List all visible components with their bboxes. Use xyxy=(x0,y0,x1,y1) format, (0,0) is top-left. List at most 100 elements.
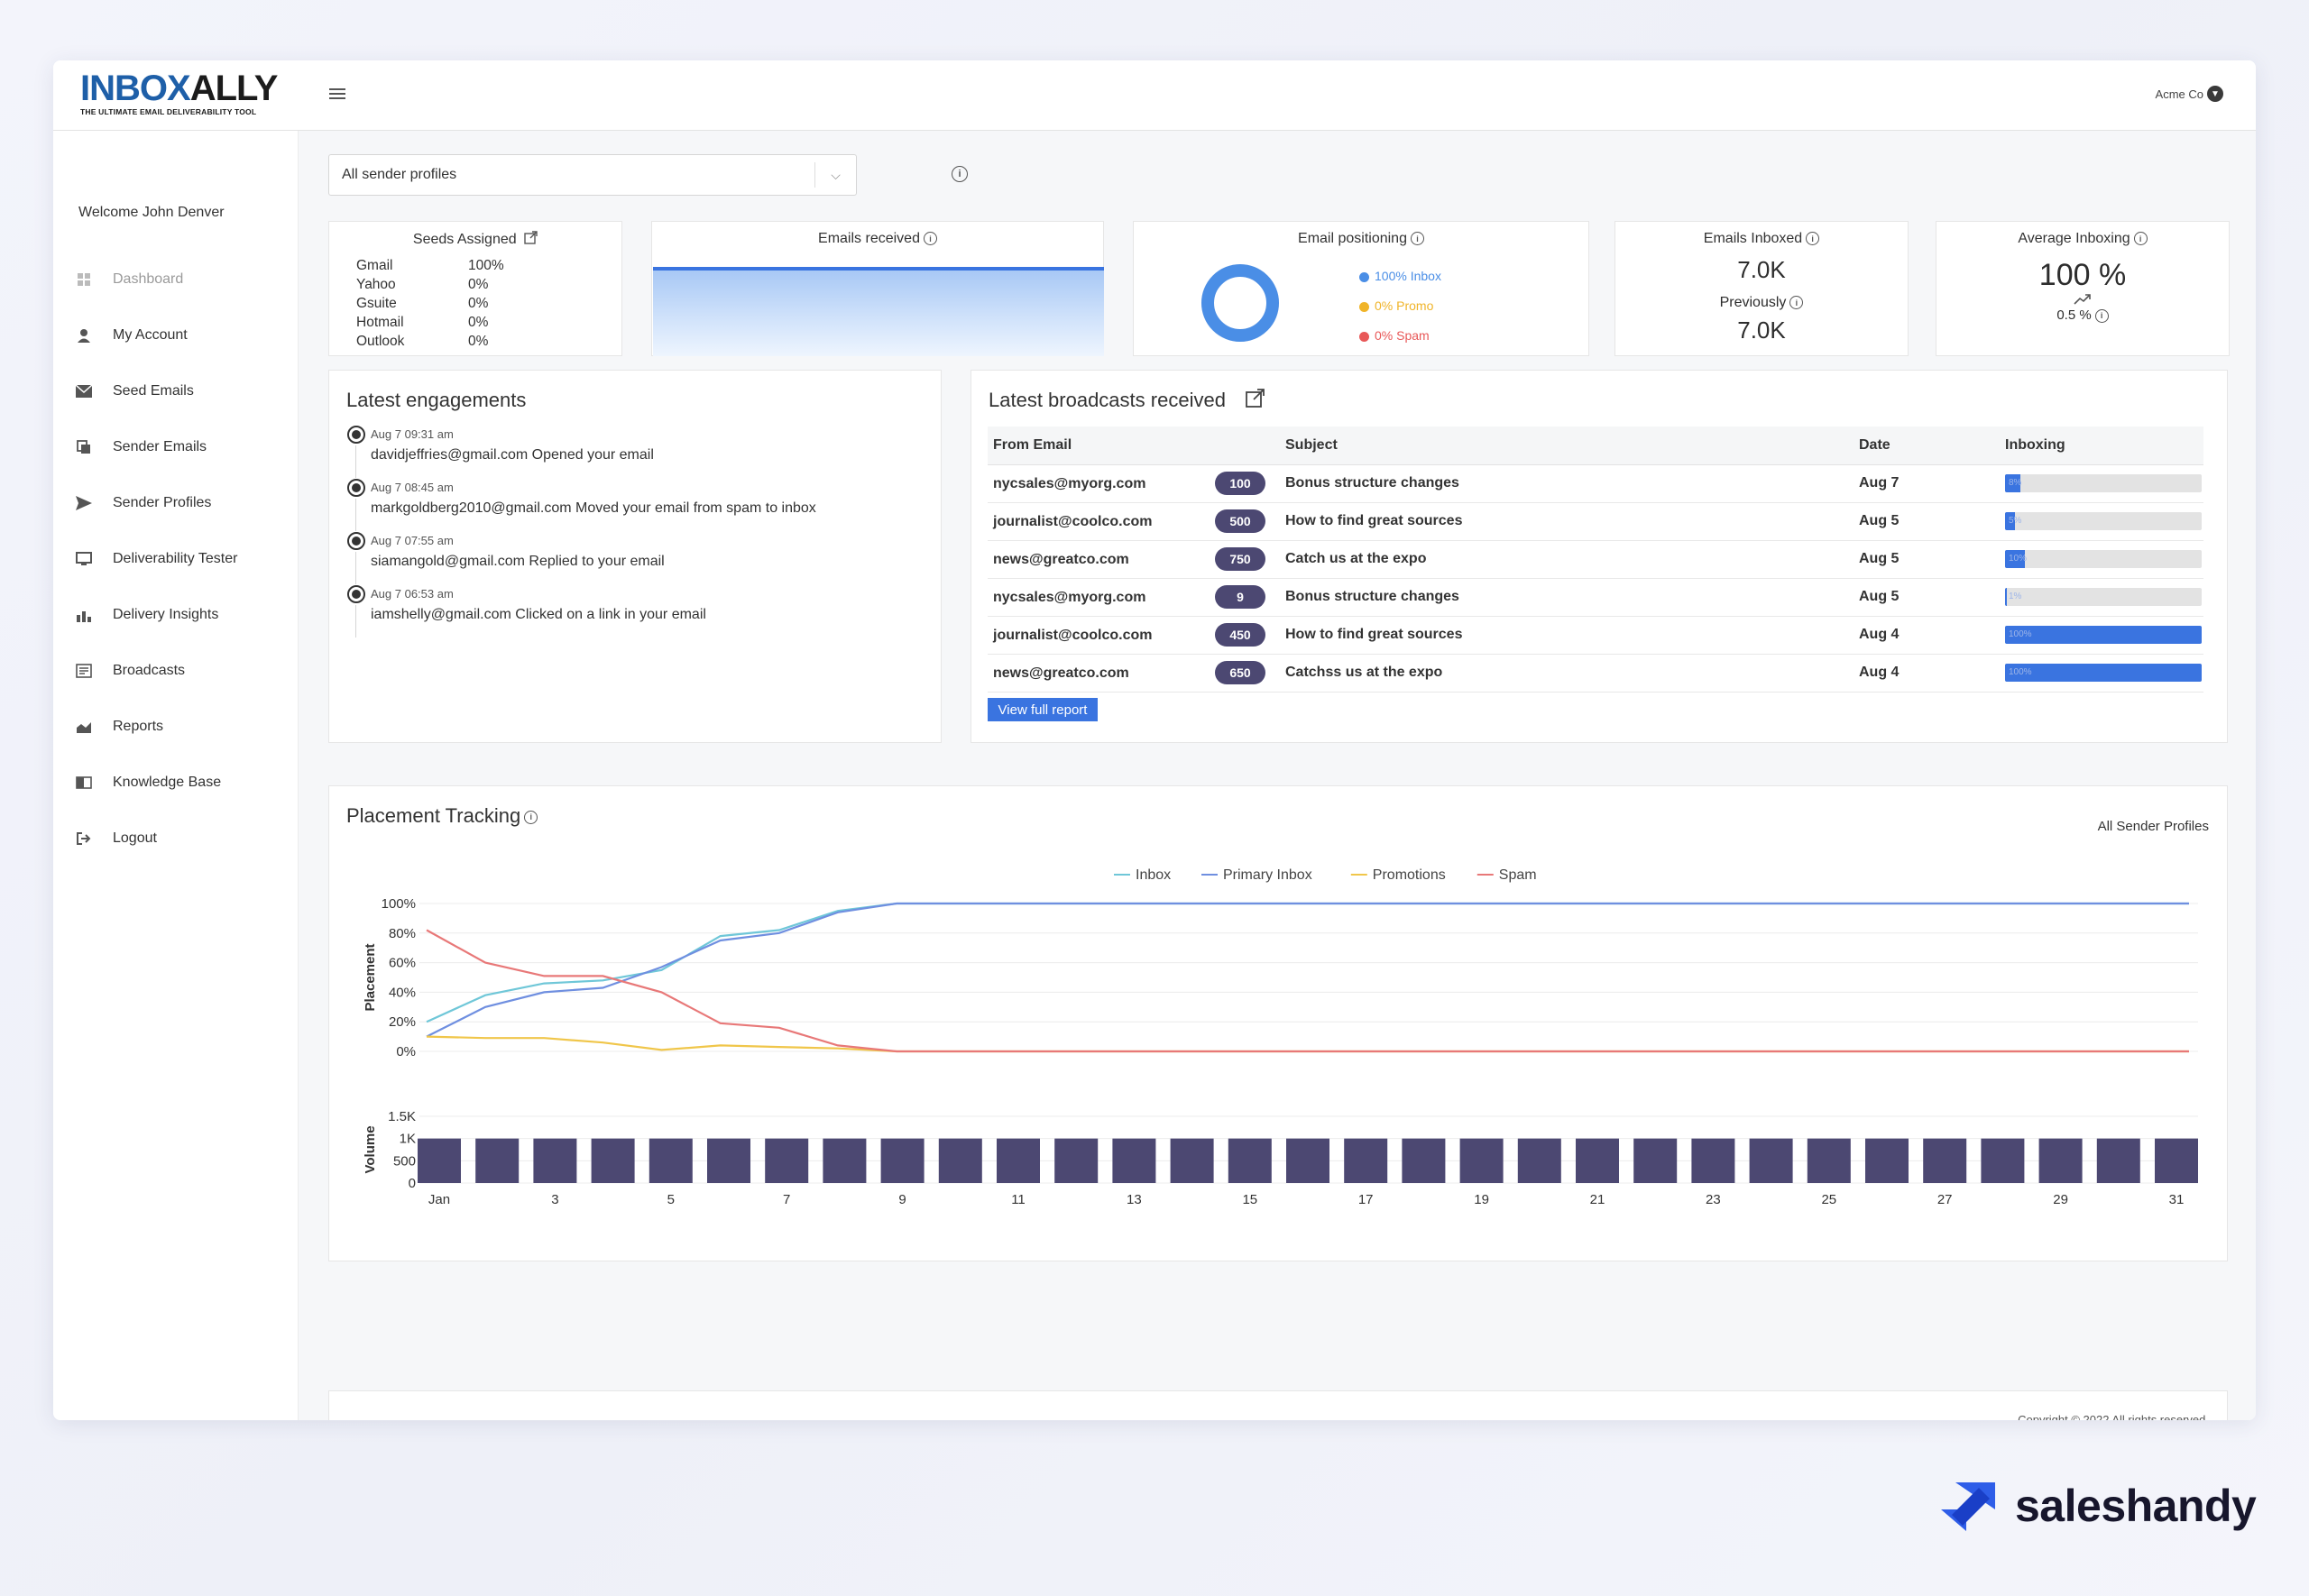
seeds-row: Outlook 0% xyxy=(329,332,621,351)
timeline-line xyxy=(355,605,356,637)
logo-text-inbox: INBOX xyxy=(80,69,191,108)
from-email: news@greatco.com xyxy=(993,552,1129,567)
sidebar-item-sender-profiles[interactable]: Sender Profiles xyxy=(75,475,291,531)
sidebar-item-broadcasts[interactable]: Broadcasts xyxy=(75,643,291,699)
logo-tagline: THE ULTIMATE EMAIL DELIVERABILITY TOOL xyxy=(80,107,257,116)
volume-bar xyxy=(1112,1138,1156,1183)
count-badge: 500 xyxy=(1215,509,1265,533)
inboxing-bar: 10% xyxy=(2005,550,2202,568)
trend-up-icon xyxy=(1936,293,2229,307)
legend-promo-text: 0% Promo xyxy=(1375,298,1434,313)
sender-profile-select[interactable]: All sender profiles ⌵ xyxy=(328,154,857,196)
placement-y-tick: 20% xyxy=(389,1014,416,1030)
series-line-promotions xyxy=(426,1035,2189,1053)
table-row[interactable]: news@greatco.com 650 Catchss us at the exp… xyxy=(988,654,2203,693)
placement-y-tick: 100% xyxy=(382,896,416,912)
timeline-line xyxy=(355,445,356,478)
legend-label: Primary Inbox xyxy=(1223,867,1312,883)
emails-received-sparkline xyxy=(653,267,1104,356)
volume-y-tick: 1K xyxy=(400,1132,416,1147)
subject-cell: Bonus structure changes xyxy=(1280,578,1854,617)
x-tick-label: Jan xyxy=(428,1192,450,1207)
sidebar-item-delivery-insights[interactable]: Delivery Insights xyxy=(75,587,291,643)
sidebar-item-deliverability-tester[interactable]: Deliverability Tester xyxy=(75,531,291,587)
info-icon[interactable]: i xyxy=(952,166,968,182)
count-badge: 9 xyxy=(1215,585,1265,609)
send-icon xyxy=(75,494,93,512)
user-icon xyxy=(75,326,93,344)
column-header-date[interactable]: Date xyxy=(1854,427,2000,465)
sidebar-item-knowledge-base[interactable]: Knowledge Base xyxy=(75,755,291,811)
sidebar-item-my-account[interactable]: My Account xyxy=(75,307,291,363)
info-icon[interactable]: i xyxy=(1410,232,1424,246)
logo-text-ally: ALLY xyxy=(189,69,279,108)
logout-icon xyxy=(75,830,93,848)
inboxing-bar-fill xyxy=(2005,588,2008,606)
previously-value: 7.0K xyxy=(1737,316,1786,344)
info-icon[interactable]: i xyxy=(1806,232,1820,246)
emails-inboxed-card: Emails Inboxed i 7.0K Previously i 7.0K xyxy=(1614,221,1909,356)
x-tick-label: 13 xyxy=(1127,1192,1142,1207)
sidebar-item-dashboard[interactable]: Dashboard xyxy=(75,252,291,307)
table-row[interactable]: journalist@coolco.com 500 How to find grea… xyxy=(988,502,2203,541)
info-icon[interactable]: i xyxy=(2133,232,2148,246)
placement-y-tick: 0% xyxy=(396,1044,416,1059)
inboxing-label: 100% xyxy=(2009,667,2032,677)
from-email: journalist@coolco.com xyxy=(993,514,1153,529)
column-header-subject[interactable]: Subject xyxy=(1280,427,1854,465)
volume-bar xyxy=(2096,1138,2140,1183)
sidebar-item-label: My Account xyxy=(113,327,188,343)
sidebar-item-sender-emails[interactable]: Sender Emails xyxy=(75,419,291,475)
placement-chart: 0% 20% 40% 60% 80% 100% 0 500 1K 1.5K Placement Vol… xyxy=(363,867,2198,1207)
external-link-icon[interactable] xyxy=(524,231,538,249)
external-link-icon[interactable] xyxy=(1246,389,1265,414)
table-row[interactable]: news@greatco.com 750 Catch us at the expo A… xyxy=(988,540,2203,579)
info-icon[interactable]: i xyxy=(923,232,937,246)
placement-y-tick: 40% xyxy=(389,985,416,1000)
sidebar-item-reports[interactable]: Reports xyxy=(75,699,291,755)
seeds-assigned-card: Seeds Assigned Gmail 100% Yahoo 0% Gsuite 0… xyxy=(328,221,622,356)
legend-label: Inbox xyxy=(1136,867,1171,883)
average-inboxing-value: 100 % xyxy=(2038,258,2127,292)
seeds-assigned-title: Seeds Assigned xyxy=(329,231,621,249)
inboxing-cell: 10% xyxy=(2000,540,2203,579)
table-row[interactable]: journalist@coolco.com 450 How to find grea… xyxy=(988,616,2203,655)
x-tick-label: 7 xyxy=(783,1192,790,1207)
sidebar-item-seed-emails[interactable]: Seed Emails xyxy=(75,363,291,419)
from-cell: nycsales@myorg.com 9 xyxy=(988,578,1280,617)
donut-inbox-arc xyxy=(1201,264,1279,342)
sidebar-item-logout[interactable]: Logout xyxy=(75,811,291,867)
inboxing-bar: 1% xyxy=(2005,588,2202,606)
count-badge: 750 xyxy=(1215,547,1265,571)
seed-value: 0% xyxy=(468,314,489,330)
sidebar-item-label: Seed Emails xyxy=(113,383,194,399)
volume-bar xyxy=(533,1138,577,1183)
table-row[interactable]: nycsales@myorg.com 100 Bonus structure cha… xyxy=(988,464,2203,503)
placement-tracking-panel: Placement Tracking i All Sender Profiles … xyxy=(328,785,2228,1261)
column-header-inboxing[interactable]: Inboxing xyxy=(2000,427,2203,465)
legend-label: Spam xyxy=(1499,867,1537,883)
volume-bar xyxy=(823,1138,867,1183)
seed-provider: Gsuite xyxy=(356,295,397,311)
seed-value: 0% xyxy=(468,276,489,292)
column-header-from[interactable]: From Email xyxy=(988,427,1280,465)
email-positioning-title: Email positioning i xyxy=(1134,231,1588,247)
engagement-time: Aug 7 07:55 am xyxy=(371,534,454,547)
info-icon[interactable]: i xyxy=(1789,296,1804,310)
info-icon[interactable]: i xyxy=(2094,308,2109,323)
volume-bar xyxy=(997,1138,1040,1183)
table-row[interactable]: nycsales@myorg.com 9 Bonus structure chang… xyxy=(988,578,2203,617)
inboxing-cell: 100% xyxy=(2000,654,2203,693)
main-content: All sender profiles ⌵ i Seeds Assigned G… xyxy=(299,131,2256,1420)
bar-chart-icon xyxy=(75,606,93,624)
sidebar-item-label: Knowledge Base xyxy=(113,775,222,790)
volume-bar xyxy=(1807,1138,1851,1183)
date-cell: Aug 5 xyxy=(1854,502,2000,541)
volume-bar xyxy=(2038,1138,2083,1183)
account-menu[interactable]: Acme Co ▼ xyxy=(2156,86,2223,102)
hamburger-menu-icon[interactable] xyxy=(329,86,347,100)
view-full-report-button[interactable]: View full report xyxy=(988,698,1098,721)
inboxally-logo[interactable]: INBOXALLY THE ULTIMATE EMAIL DELIVERABIL… xyxy=(80,69,288,122)
sidebar-item-label: Deliverability Tester xyxy=(113,551,238,566)
inboxing-label: 8% xyxy=(2009,478,2022,488)
